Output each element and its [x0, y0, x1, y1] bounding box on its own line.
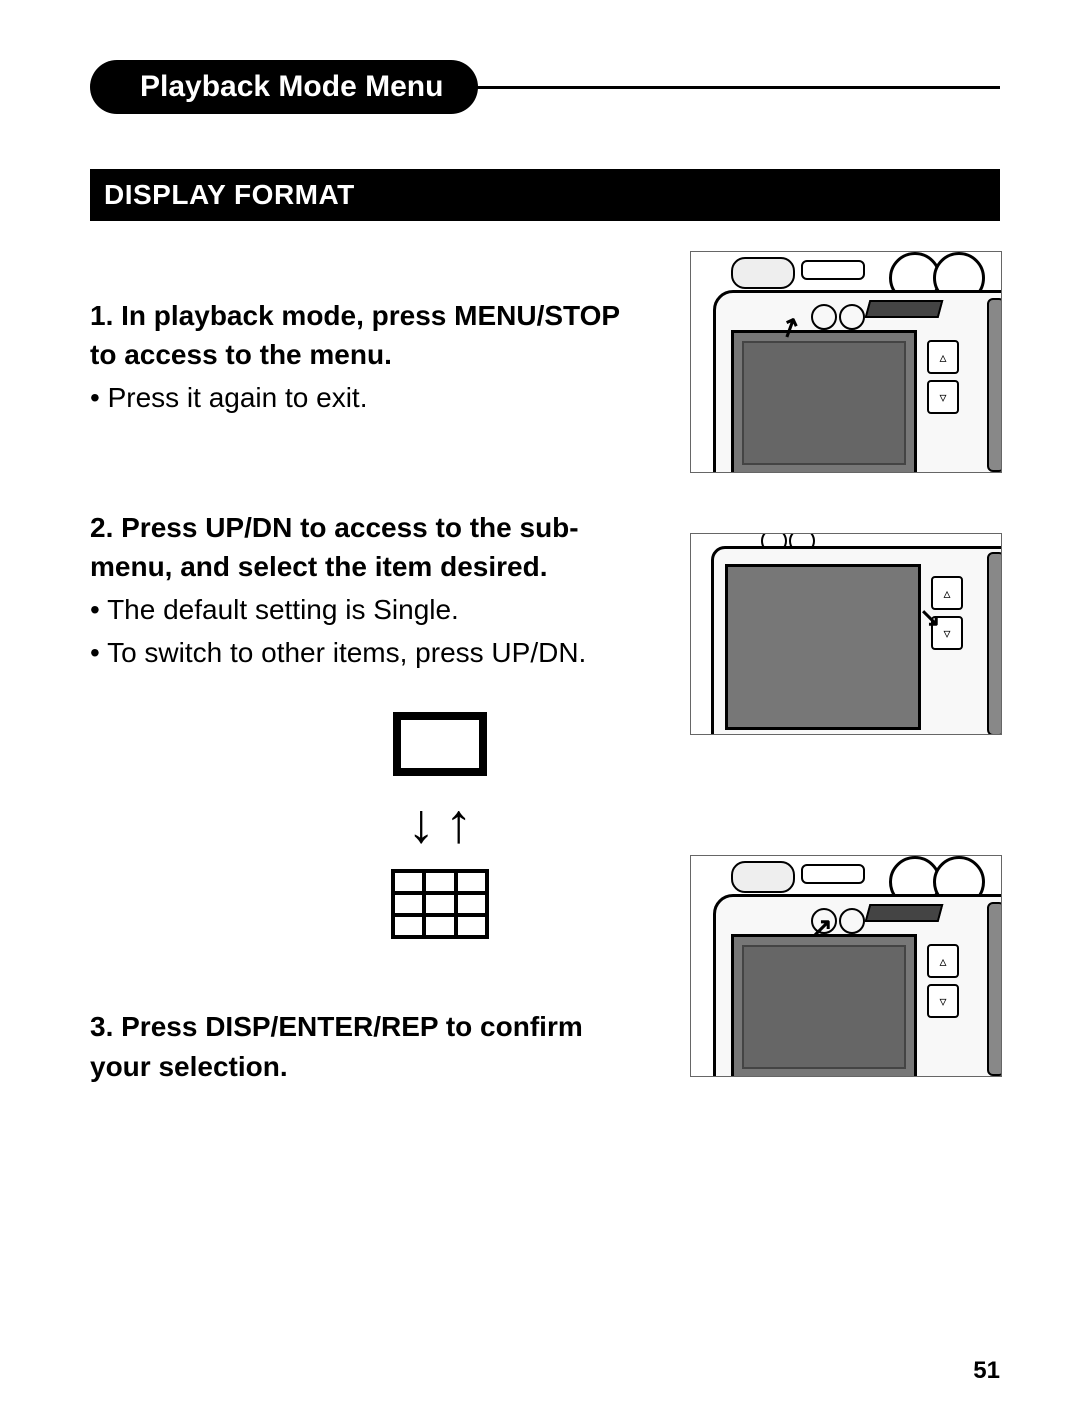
step-2-bullet-1: • The default setting is Single. [90, 590, 640, 629]
header-row: Playback Mode Menu [90, 60, 1000, 114]
pointer-arrow-icon: ↘ [919, 602, 941, 633]
step-2-heading: 2. Press UP/DN to access to the sub-menu… [90, 508, 640, 586]
up-arrow-icon: ↑ [445, 796, 473, 851]
camera-illustration-3: ▵▿ ↗ [690, 855, 1002, 1077]
step-1-heading: 1. In playback mode, press MENU/STOP to … [90, 296, 640, 374]
arrows-row: ↓ ↑ [408, 796, 473, 851]
single-view-icon [393, 712, 487, 776]
header-rule [472, 86, 1000, 89]
text-column: 1. In playback mode, press MENU/STOP to … [90, 251, 640, 1096]
illustration-column: ▵▿ ↗ ▵▿ ↘ ▵▿ ↗ [690, 251, 1000, 1077]
display-format-diagram: ↓ ↑ [240, 712, 640, 937]
page-heading-pill: Playback Mode Menu [90, 60, 478, 114]
thumbnail-view-icon [393, 871, 487, 937]
page-number: 51 [973, 1357, 1000, 1385]
step-2-bullet-2: • To switch to other items, press UP/DN. [90, 633, 640, 672]
pointer-arrow-icon: ↗ [811, 912, 833, 943]
down-arrow-icon: ↓ [408, 796, 436, 851]
camera-illustration-2: ▵▿ ↘ [690, 533, 1002, 735]
manual-page: Playback Mode Menu DISPLAY FORMAT 1. In … [0, 0, 1080, 1425]
step-2: 2. Press UP/DN to access to the sub-menu… [90, 508, 640, 938]
camera-illustration-1: ▵▿ ↗ [690, 251, 1002, 473]
content-row: 1. In playback mode, press MENU/STOP to … [90, 251, 1000, 1096]
step-1: 1. In playback mode, press MENU/STOP to … [90, 296, 640, 418]
step-1-bullet-1: • Press it again to exit. [90, 378, 640, 417]
step-3-heading: 3. Press DISP/ENTER/REP to confirm your … [90, 1007, 640, 1085]
section-title-bar: DISPLAY FORMAT [90, 169, 1000, 221]
step-3: 3. Press DISP/ENTER/REP to confirm your … [90, 1007, 640, 1085]
